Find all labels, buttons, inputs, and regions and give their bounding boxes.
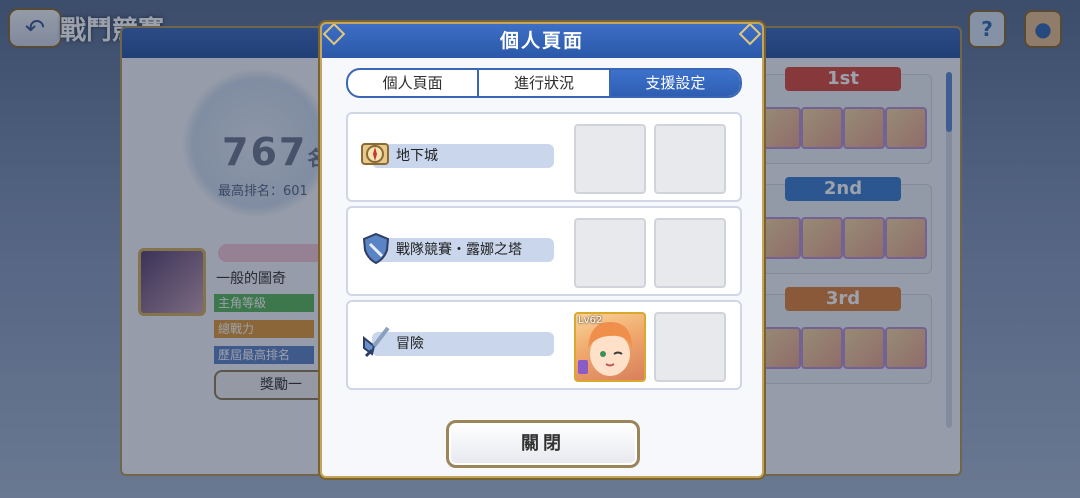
tab-support-settings[interactable]: 支援設定 bbox=[610, 70, 740, 96]
character-level: Lv62 bbox=[578, 315, 603, 326]
support-row-dungeon: 地下城 bbox=[346, 112, 742, 202]
support-slot-empty[interactable] bbox=[654, 312, 726, 382]
support-slot-empty[interactable] bbox=[654, 124, 726, 194]
tab-progress[interactable]: 進行狀況 bbox=[479, 70, 611, 96]
sword-icon bbox=[358, 324, 394, 360]
support-slot-empty[interactable] bbox=[574, 218, 646, 288]
support-row-adventure: 冒險 Lv62 bbox=[346, 300, 742, 390]
row-label: 地下城 bbox=[372, 144, 554, 168]
tab-bar: 個人頁面 進行狀況 支援設定 bbox=[346, 68, 742, 98]
profile-modal: 個人頁面 個人頁面 進行狀況 支援設定 地下城 戰隊競賽・露娜之塔 冒險 Lv6… bbox=[320, 22, 764, 478]
support-row-clan-battle: 戰隊競賽・露娜之塔 bbox=[346, 206, 742, 296]
modal-title: 個人頁面 bbox=[322, 24, 762, 58]
support-slot-empty[interactable] bbox=[574, 124, 646, 194]
close-button[interactable]: 關閉 bbox=[446, 420, 640, 468]
row-label: 冒險 bbox=[372, 332, 554, 356]
support-character-slot[interactable]: Lv62 bbox=[574, 312, 646, 382]
tab-profile[interactable]: 個人頁面 bbox=[348, 70, 480, 96]
support-slot-empty[interactable] bbox=[654, 218, 726, 288]
row-label: 戰隊競賽・露娜之塔 bbox=[372, 238, 554, 262]
shield-icon bbox=[358, 230, 394, 266]
compass-map-icon bbox=[358, 136, 394, 172]
